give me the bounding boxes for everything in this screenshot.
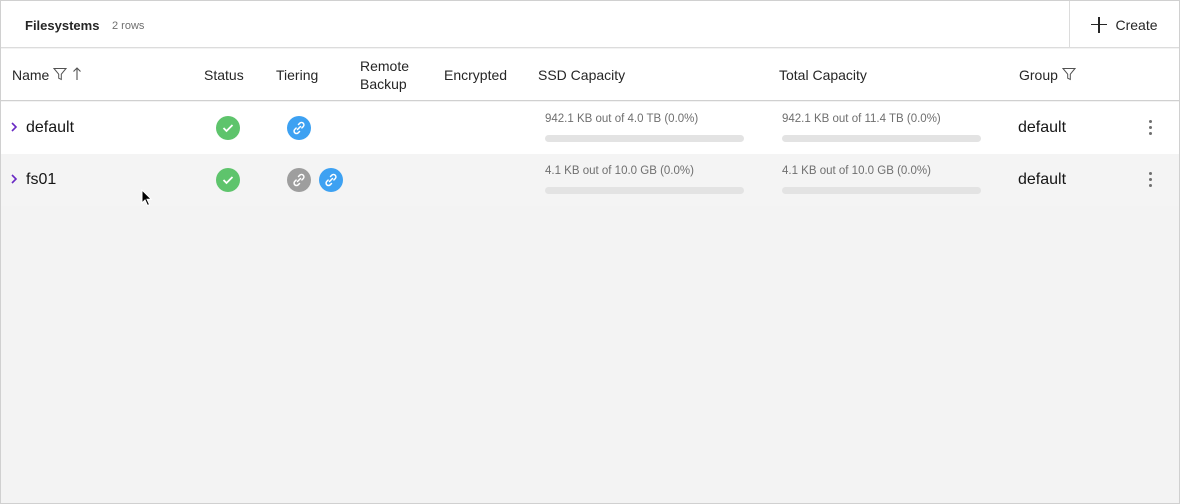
header-group-label: Group: [1019, 67, 1058, 83]
tiering-link-icon[interactable]: [287, 116, 311, 140]
header-encrypted[interactable]: Encrypted: [444, 66, 507, 84]
create-button[interactable]: Create: [1069, 1, 1179, 48]
header-remote-backup-line2: Backup: [360, 76, 407, 92]
tiering-link-icon[interactable]: [319, 168, 343, 192]
row-count: 2 rows: [112, 20, 145, 32]
status-ok-icon: [216, 116, 240, 140]
total-capacity-text: 4.1 KB out of 10.0 GB (0.0%): [782, 165, 931, 177]
mouse-cursor-icon: [141, 189, 153, 207]
total-capacity-text: 942.1 KB out of 11.4 TB (0.0%): [782, 113, 941, 125]
table-toolbar: Filesystems 2 rows Create: [1, 1, 1179, 48]
status-ok-icon: [216, 168, 240, 192]
overflow-menu-icon[interactable]: [1141, 168, 1161, 192]
total-capacity-bar: [782, 187, 981, 194]
header-total-capacity[interactable]: Total Capacity: [779, 66, 867, 84]
filesystems-panel: Filesystems 2 rows Create Name Status Ti…: [0, 0, 1180, 504]
ssd-capacity-bar: [545, 187, 744, 194]
plus-icon: [1091, 16, 1108, 33]
table-header: Name Status Tiering Remote Backup Encryp…: [1, 49, 1179, 101]
header-name[interactable]: Name: [12, 66, 82, 84]
header-name-label: Name: [12, 67, 50, 83]
header-remote-backup-line1: Remote: [360, 58, 410, 74]
total-capacity-bar: [782, 135, 981, 142]
header-tiering[interactable]: Tiering: [276, 66, 318, 84]
header-group[interactable]: Group: [1019, 66, 1076, 84]
ssd-capacity-bar: [545, 135, 744, 142]
header-status[interactable]: Status: [204, 66, 244, 84]
table-title: Filesystems: [25, 18, 100, 33]
table-row[interactable]: default 942.1 KB out of 4.0 TB (0.0%) 94…: [1, 102, 1179, 154]
ssd-capacity-text: 942.1 KB out of 4.0 TB (0.0%): [545, 113, 699, 125]
create-button-label: Create: [1115, 16, 1158, 33]
group-value: default: [1018, 171, 1067, 188]
overflow-menu-icon[interactable]: [1141, 116, 1161, 140]
tiering-link-icon[interactable]: [287, 168, 311, 192]
ssd-capacity-text: 4.1 KB out of 10.0 GB (0.0%): [545, 165, 694, 177]
filter-icon[interactable]: [1061, 67, 1076, 81]
header-remote-backup[interactable]: Remote Backup: [360, 57, 409, 93]
filter-icon[interactable]: [53, 67, 68, 81]
chevron-right-icon[interactable]: [10, 173, 18, 185]
filesystem-name: fs01: [26, 171, 57, 188]
chevron-right-icon[interactable]: [10, 121, 18, 133]
filesystem-name: default: [26, 119, 75, 136]
sort-ascending-icon[interactable]: [72, 67, 82, 81]
group-value: default: [1018, 119, 1067, 136]
table-row[interactable]: fs01 4.1 KB out of 10.0 GB (0.0%) 4.1 KB…: [1, 154, 1179, 206]
header-ssd-capacity[interactable]: SSD Capacity: [538, 66, 625, 84]
